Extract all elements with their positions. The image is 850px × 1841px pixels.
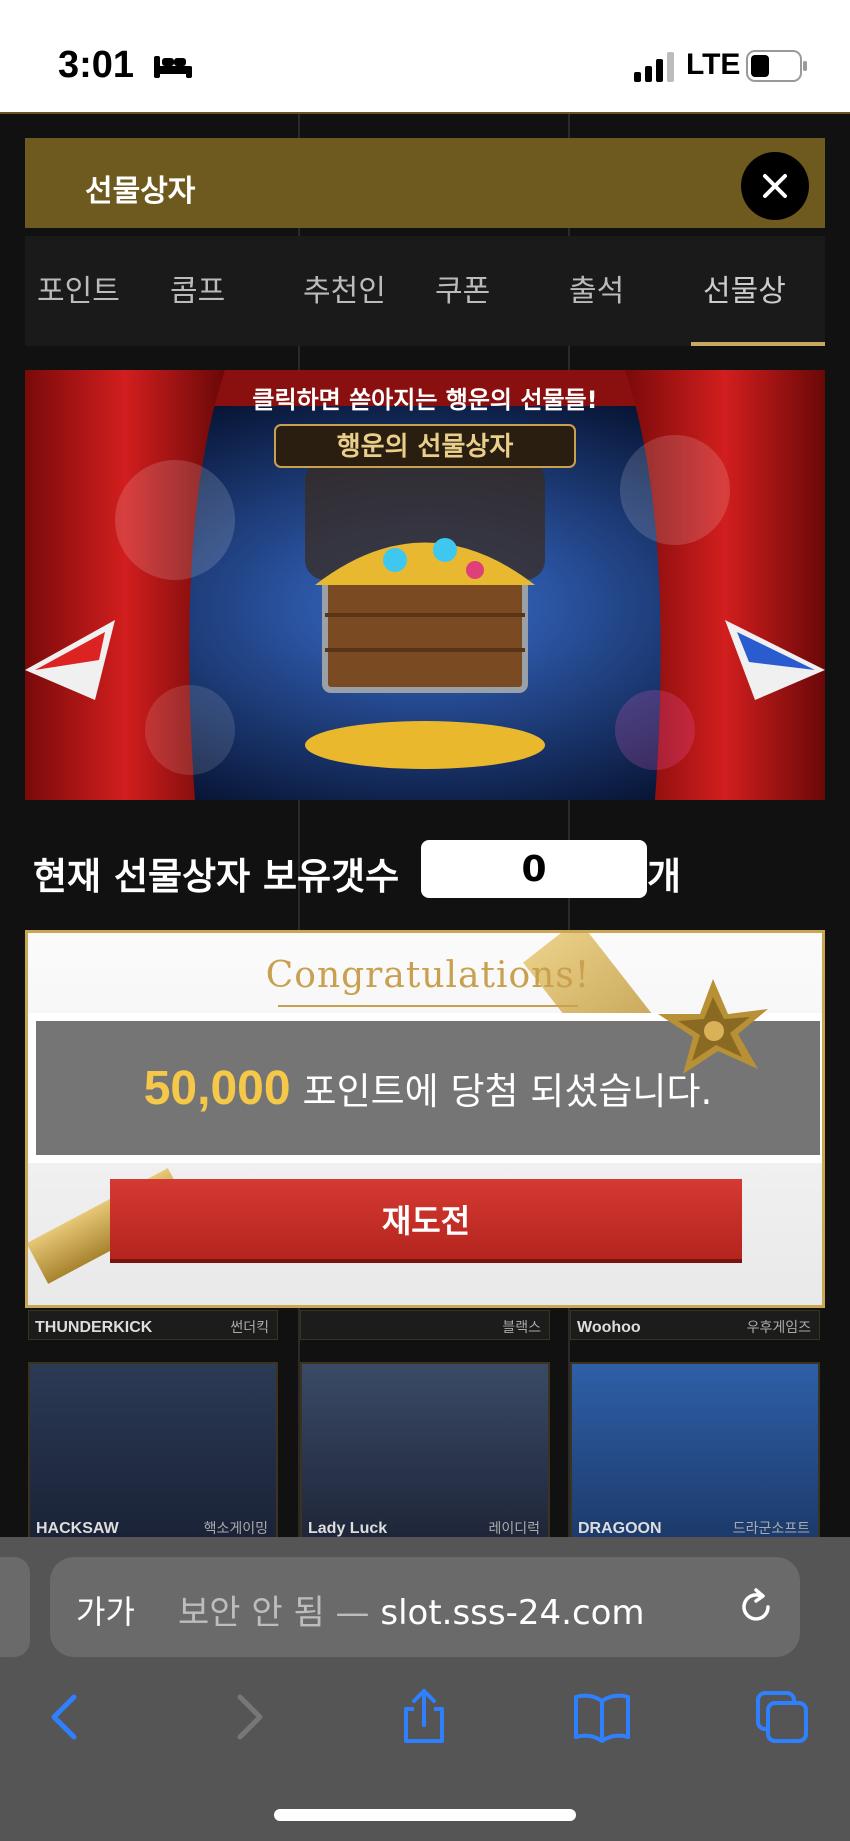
previous-tab-pill[interactable] (0, 1557, 30, 1657)
bg-provider-sub: 썬더킥 (230, 1320, 269, 1336)
tab-gift-box[interactable]: 선물상 (703, 266, 786, 310)
game-tile[interactable]: HACKSAW 핵소게이밍 (28, 1362, 278, 1542)
count-unit: 개 (647, 855, 682, 898)
home-indicator[interactable] (274, 1809, 576, 1821)
active-tab-indicator (691, 342, 825, 346)
bg-provider-sub: 드라군소프트 (732, 1521, 810, 1537)
tab-coupon[interactable]: 쿠폰 (435, 266, 490, 310)
bg-provider-sub: 우후게임즈 (746, 1320, 811, 1336)
back-icon[interactable] (36, 1687, 96, 1747)
cellular-signal-icon (634, 52, 674, 82)
forward-icon[interactable] (218, 1687, 278, 1747)
retry-button[interactable]: 재도전 (110, 1179, 742, 1263)
heading-underline (278, 1005, 578, 1007)
sleep-focus-icon (154, 56, 192, 78)
url-domain: slot.sss-24.com (380, 1593, 645, 1633)
game-tile[interactable]: Lady Luck 레이디럭 (300, 1362, 550, 1542)
close-icon (763, 174, 787, 198)
bg-provider-sub: 레이디럭 (488, 1521, 540, 1537)
gift-box-banner[interactable]: 클릭하면 쏟아지는 행운의 선물들! 행운의 선물상자 (25, 370, 825, 800)
bg-provider-name: Woohoo (577, 1319, 641, 1336)
bg-provider-sub: 블랙스 (502, 1320, 541, 1336)
browser-nav-row (0, 1677, 850, 1757)
prize-amount: 50,000 (143, 1061, 291, 1115)
count-label: 현재 선물상자 보유갯수 (33, 855, 400, 898)
address-bar[interactable]: 가가 보안 안 됨 — slot.sss-24.com (50, 1557, 800, 1657)
tab-comp[interactable]: 콤프 (170, 266, 225, 310)
tab-points[interactable]: 포인트 (37, 266, 120, 310)
bg-provider-name: DRAGOON (578, 1520, 662, 1537)
bg-provider-strip: Woohoo 우후게임즈 (570, 1310, 820, 1340)
status-bar: 3:01 LTE (0, 0, 850, 112)
banner-top-text: 클릭하면 쏟아지는 행운의 선물들! (252, 386, 597, 414)
modal-title: 선물상자 (85, 174, 196, 209)
status-time: 3:01 (58, 44, 135, 86)
prize-result-card: Congratulations! 50,000 포인트에 당첨 되셨습니다. 재… (25, 930, 825, 1308)
share-icon[interactable] (394, 1687, 454, 1747)
close-button[interactable] (741, 152, 809, 220)
reload-icon[interactable] (736, 1587, 776, 1627)
count-value: 0 (421, 840, 647, 898)
bg-provider-strip: THUNDERKICK 썬더킥 (28, 1310, 278, 1340)
bookmarks-icon[interactable] (572, 1687, 632, 1747)
treasure-chest-illustration: 클릭하면 쏟아지는 행운의 선물들! 행운의 선물상자 (25, 370, 825, 800)
page: 3:01 LTE THUNDERKICK 썬더킥 블랙스 Woohoo 우후게임… (0, 0, 850, 1841)
tab-bar: 포인트 콤프 추천인 쿠폰 출석 선물상 (25, 236, 825, 346)
bg-provider-strip: 블랙스 (300, 1310, 550, 1340)
reader-options-button[interactable]: 가가 (76, 1587, 135, 1633)
url-text: 보안 안 됨 — slot.sss-24.com (178, 1585, 645, 1634)
gift-box-modal: 선물상자 포인트 콤프 추천인 쿠폰 출석 선물상 클릭하면 쏟아지는 행운의 … (25, 138, 825, 1308)
gift-bow-icon (658, 979, 768, 1074)
bg-provider-sub: 핵소게이밍 (203, 1521, 268, 1537)
url-insecure-label: 보안 안 됨 — (178, 1593, 370, 1633)
tab-referral[interactable]: 추천인 (303, 266, 386, 310)
battery-icon (746, 50, 807, 82)
gift-box-count-row: 현재 선물상자 보유갯수 0 개 (25, 838, 825, 908)
browser-toolbar: 가가 보안 안 됨 — slot.sss-24.com (0, 1537, 850, 1841)
game-tile[interactable]: DRAGOON 드라군소프트 (570, 1362, 820, 1542)
bg-provider-name: Lady Luck (308, 1520, 388, 1537)
modal-header: 선물상자 (25, 138, 825, 228)
tab-attendance[interactable]: 출석 (569, 266, 624, 310)
banner-sign-text: 행운의 선물상자 (337, 432, 514, 462)
tabs-icon[interactable] (752, 1687, 812, 1747)
bg-provider-name: HACKSAW (36, 1520, 119, 1537)
network-type: LTE (686, 48, 741, 81)
bg-provider-name: THUNDERKICK (35, 1319, 153, 1336)
